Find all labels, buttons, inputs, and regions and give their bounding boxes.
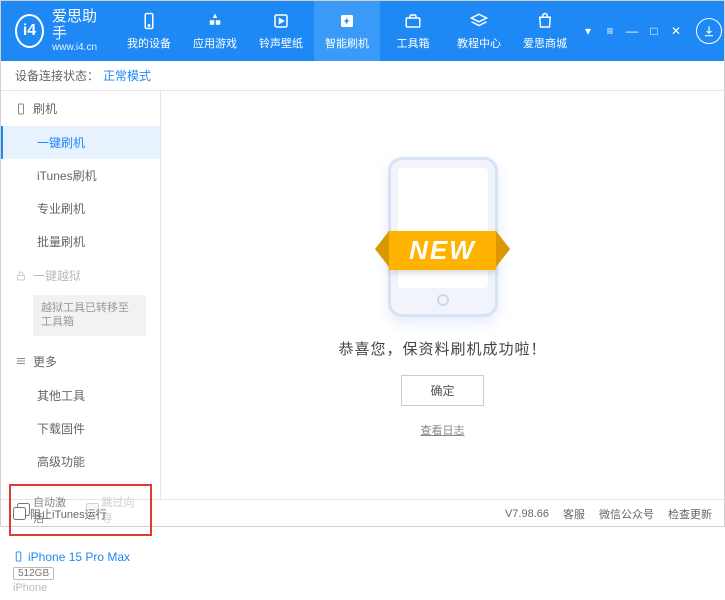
sidebar-item-oneclick-flash[interactable]: 一键刷机 [1,126,160,159]
download-button[interactable] [696,18,722,44]
app-url: www.i4.cn [52,42,102,53]
nav-tutorial[interactable]: 教程中心 [446,1,512,61]
sidebar: 刷机 一键刷机 iTunes刷机 专业刷机 批量刷机 一键越狱 越狱工具已转移至… [1,91,161,499]
support-link[interactable]: 客服 [563,506,585,522]
device-info: iPhone 15 Pro Max 512GB iPhone [1,542,160,600]
wechat-link[interactable]: 微信公众号 [599,506,654,522]
nav-flash[interactable]: 智能刷机 [314,1,380,61]
maximize-icon[interactable]: □ [644,21,664,41]
logo-mark: i4 [15,14,44,48]
app-title: 爱思助手 [52,9,102,42]
sidebar-group-flash[interactable]: 刷机 [1,91,160,126]
flash-icon [337,11,357,31]
minimize-icon[interactable]: — [622,21,642,41]
toolbox-icon [403,11,423,31]
nav-apps[interactable]: 应用游戏 [182,1,248,61]
nav-media[interactable]: 铃声壁纸 [248,1,314,61]
sidebar-item-download-firmware[interactable]: 下载固件 [1,412,160,445]
nav-label: 爱思商城 [523,35,567,51]
nav-label: 教程中心 [457,35,501,51]
sidebar-item-pro-flash[interactable]: 专业刷机 [1,192,160,225]
nav-label: 铃声壁纸 [259,35,303,51]
store-icon [535,11,555,31]
status-mode: 正常模式 [103,67,151,84]
nav-store[interactable]: 爱思商城 [512,1,578,61]
device-model: iPhone [13,582,148,594]
book-icon [469,11,489,31]
success-message: 恭喜您，保资料刷机成功啦！ [338,338,546,359]
nav-label: 应用游戏 [193,35,237,51]
device-name-row[interactable]: iPhone 15 Pro Max [13,550,148,564]
logo: i4 爱思助手 www.i4.cn [15,9,102,53]
sidebar-group-more[interactable]: 更多 [1,344,160,379]
more-icon [15,355,27,367]
close-icon[interactable]: ✕ [666,21,686,41]
sidebar-item-advanced[interactable]: 高级功能 [1,445,160,478]
check-update-link[interactable]: 检查更新 [668,506,712,522]
ok-button[interactable]: 确定 [401,375,483,406]
nav-label: 工具箱 [397,35,430,51]
view-log-link[interactable]: 查看日志 [421,422,465,438]
sidebar-item-itunes-flash[interactable]: iTunes刷机 [1,159,160,192]
block-itunes-checkbox[interactable]: 阻止iTunes运行 [13,506,107,522]
titlebar: i4 爱思助手 www.i4.cn 我的设备 应用游戏 铃声壁纸 智能刷机 工具… [1,1,724,61]
nav-device[interactable]: 我的设备 [116,1,182,61]
phone-outline-icon [15,103,27,115]
list-icon[interactable]: ≡ [600,21,620,41]
device-capacity: 512GB [13,567,54,580]
sidebar-group-jailbreak: 一键越狱 [1,258,160,293]
device-phone-icon [13,551,24,562]
music-icon [271,11,291,31]
status-label: 设备连接状态： [15,67,99,84]
jailbreak-note: 越狱工具已转移至工具箱 [33,295,146,336]
sidebar-item-other-tools[interactable]: 其他工具 [1,379,160,412]
nav-label: 我的设备 [127,35,171,51]
menu-icon[interactable]: ▾ [578,21,598,41]
phone-illustration: NEW [343,152,543,322]
lock-icon [15,270,27,282]
nav-label: 智能刷机 [325,35,369,51]
top-nav: 我的设备 应用游戏 铃声壁纸 智能刷机 工具箱 教程中心 爱思商城 [116,1,578,61]
nav-tools[interactable]: 工具箱 [380,1,446,61]
window-controls: ▾ ≡ — □ ✕ [578,21,686,41]
status-bar: 设备连接状态： 正常模式 [1,61,724,91]
apps-icon [205,11,225,31]
sidebar-item-batch-flash[interactable]: 批量刷机 [1,225,160,258]
main-content: NEW 恭喜您，保资料刷机成功啦！ 确定 查看日志 [161,91,724,499]
version-label: V7.98.66 [505,508,549,520]
phone-icon [139,11,159,31]
new-banner: NEW [389,231,496,270]
